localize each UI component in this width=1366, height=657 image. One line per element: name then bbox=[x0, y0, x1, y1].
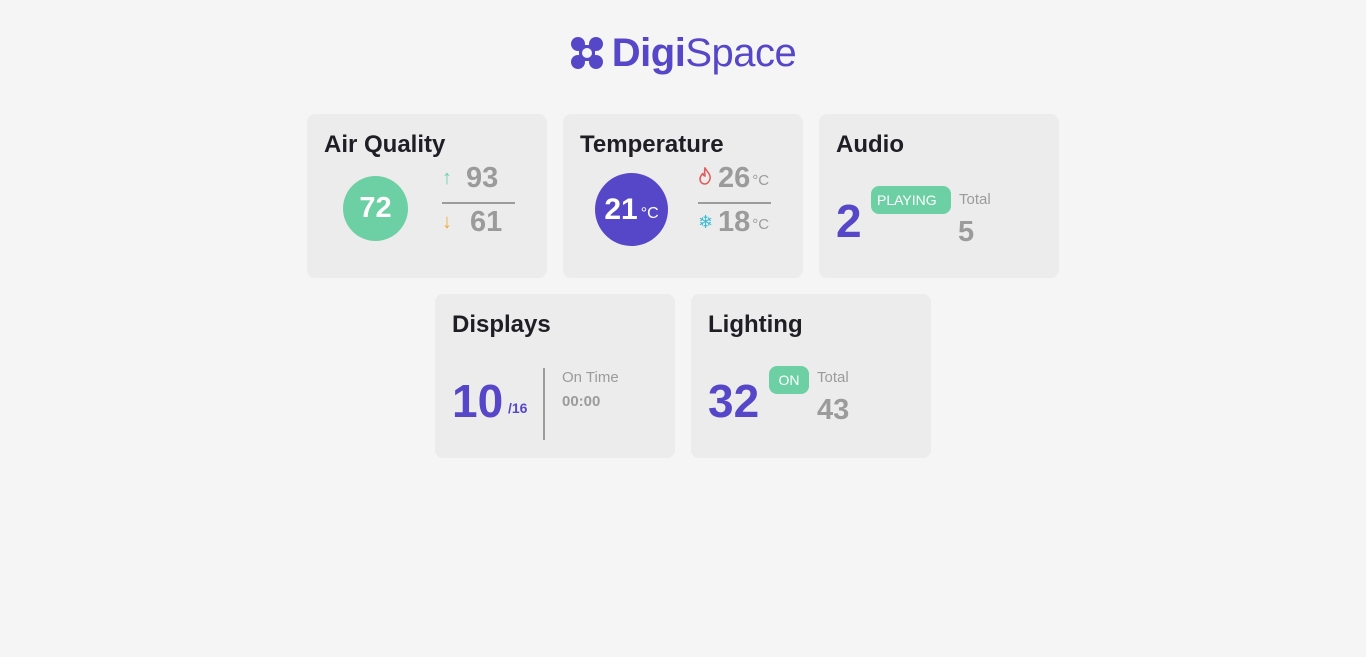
temperature-low-value: 18 bbox=[718, 206, 751, 238]
card-title: Lighting bbox=[708, 311, 803, 338]
temperature-high: 26 °C bbox=[698, 162, 769, 195]
temperature-high-unit: °C bbox=[752, 172, 770, 189]
card-title: Air Quality bbox=[324, 131, 446, 158]
air-quality-low-value: 61 bbox=[470, 206, 503, 238]
divider bbox=[698, 202, 771, 204]
lighting-total-label: Total bbox=[817, 369, 849, 386]
displays-card[interactable]: Displays 10 /16 On Time 00:00 bbox=[435, 294, 675, 458]
arrow-up-icon: ↑ bbox=[442, 167, 452, 189]
card-title: Temperature bbox=[580, 131, 724, 158]
temperature-high-value: 26 bbox=[718, 162, 751, 194]
flame-icon bbox=[698, 166, 718, 190]
air-quality-value: 72 bbox=[343, 176, 408, 241]
displays-total: /16 bbox=[508, 400, 528, 416]
audio-total-value: 5 bbox=[958, 216, 975, 248]
divider bbox=[442, 202, 515, 204]
lighting-on-count: 32 bbox=[708, 375, 760, 427]
lighting-card[interactable]: Lighting 32 ON Total 43 bbox=[691, 294, 931, 458]
audio-playing-count: 2 bbox=[836, 195, 862, 247]
temperature-current-value: 21 bbox=[604, 192, 638, 226]
audio-total-label: Total bbox=[959, 191, 991, 208]
on-time-label: On Time bbox=[562, 369, 619, 386]
air-quality-high-value: 93 bbox=[466, 162, 499, 194]
card-title: Displays bbox=[452, 311, 551, 338]
displays-on-count: 10 bbox=[452, 375, 504, 427]
lighting-total-value: 43 bbox=[817, 394, 850, 426]
temperature-low-unit: °C bbox=[752, 216, 770, 233]
temperature-card[interactable]: Temperature 21 °C 26 °C ❄ 18 °C bbox=[563, 114, 803, 278]
temperature-low: ❄ 18 °C bbox=[698, 206, 769, 239]
logo: DigiSpace bbox=[570, 31, 797, 75]
lighting-status-badge: ON bbox=[769, 366, 809, 394]
on-time-value: 00:00 bbox=[562, 393, 601, 410]
brand-name-bold: Digi bbox=[611, 31, 686, 75]
logo-mark-icon bbox=[570, 37, 603, 69]
brand-name: DigiSpace bbox=[611, 31, 797, 75]
audio-card[interactable]: Audio 2 PLAYING Total 5 bbox=[819, 114, 1059, 278]
audio-status-badge: PLAYING bbox=[871, 186, 951, 214]
divider bbox=[543, 368, 545, 440]
air-quality-card[interactable]: Air Quality 72 ↑ 93 ↓ 61 bbox=[307, 114, 547, 278]
air-quality-low: ↓ 61 bbox=[442, 206, 516, 239]
temperature-unit: °C bbox=[640, 204, 659, 222]
header: DigiSpace bbox=[0, 28, 1366, 78]
arrow-down-icon: ↓ bbox=[442, 211, 452, 233]
brand-name-light: Space bbox=[685, 31, 797, 75]
snowflake-icon: ❄ bbox=[698, 212, 714, 232]
temperature-current: 21 °C bbox=[595, 173, 668, 246]
air-quality-high: ↑ 93 bbox=[442, 162, 516, 195]
card-title: Audio bbox=[836, 131, 904, 158]
